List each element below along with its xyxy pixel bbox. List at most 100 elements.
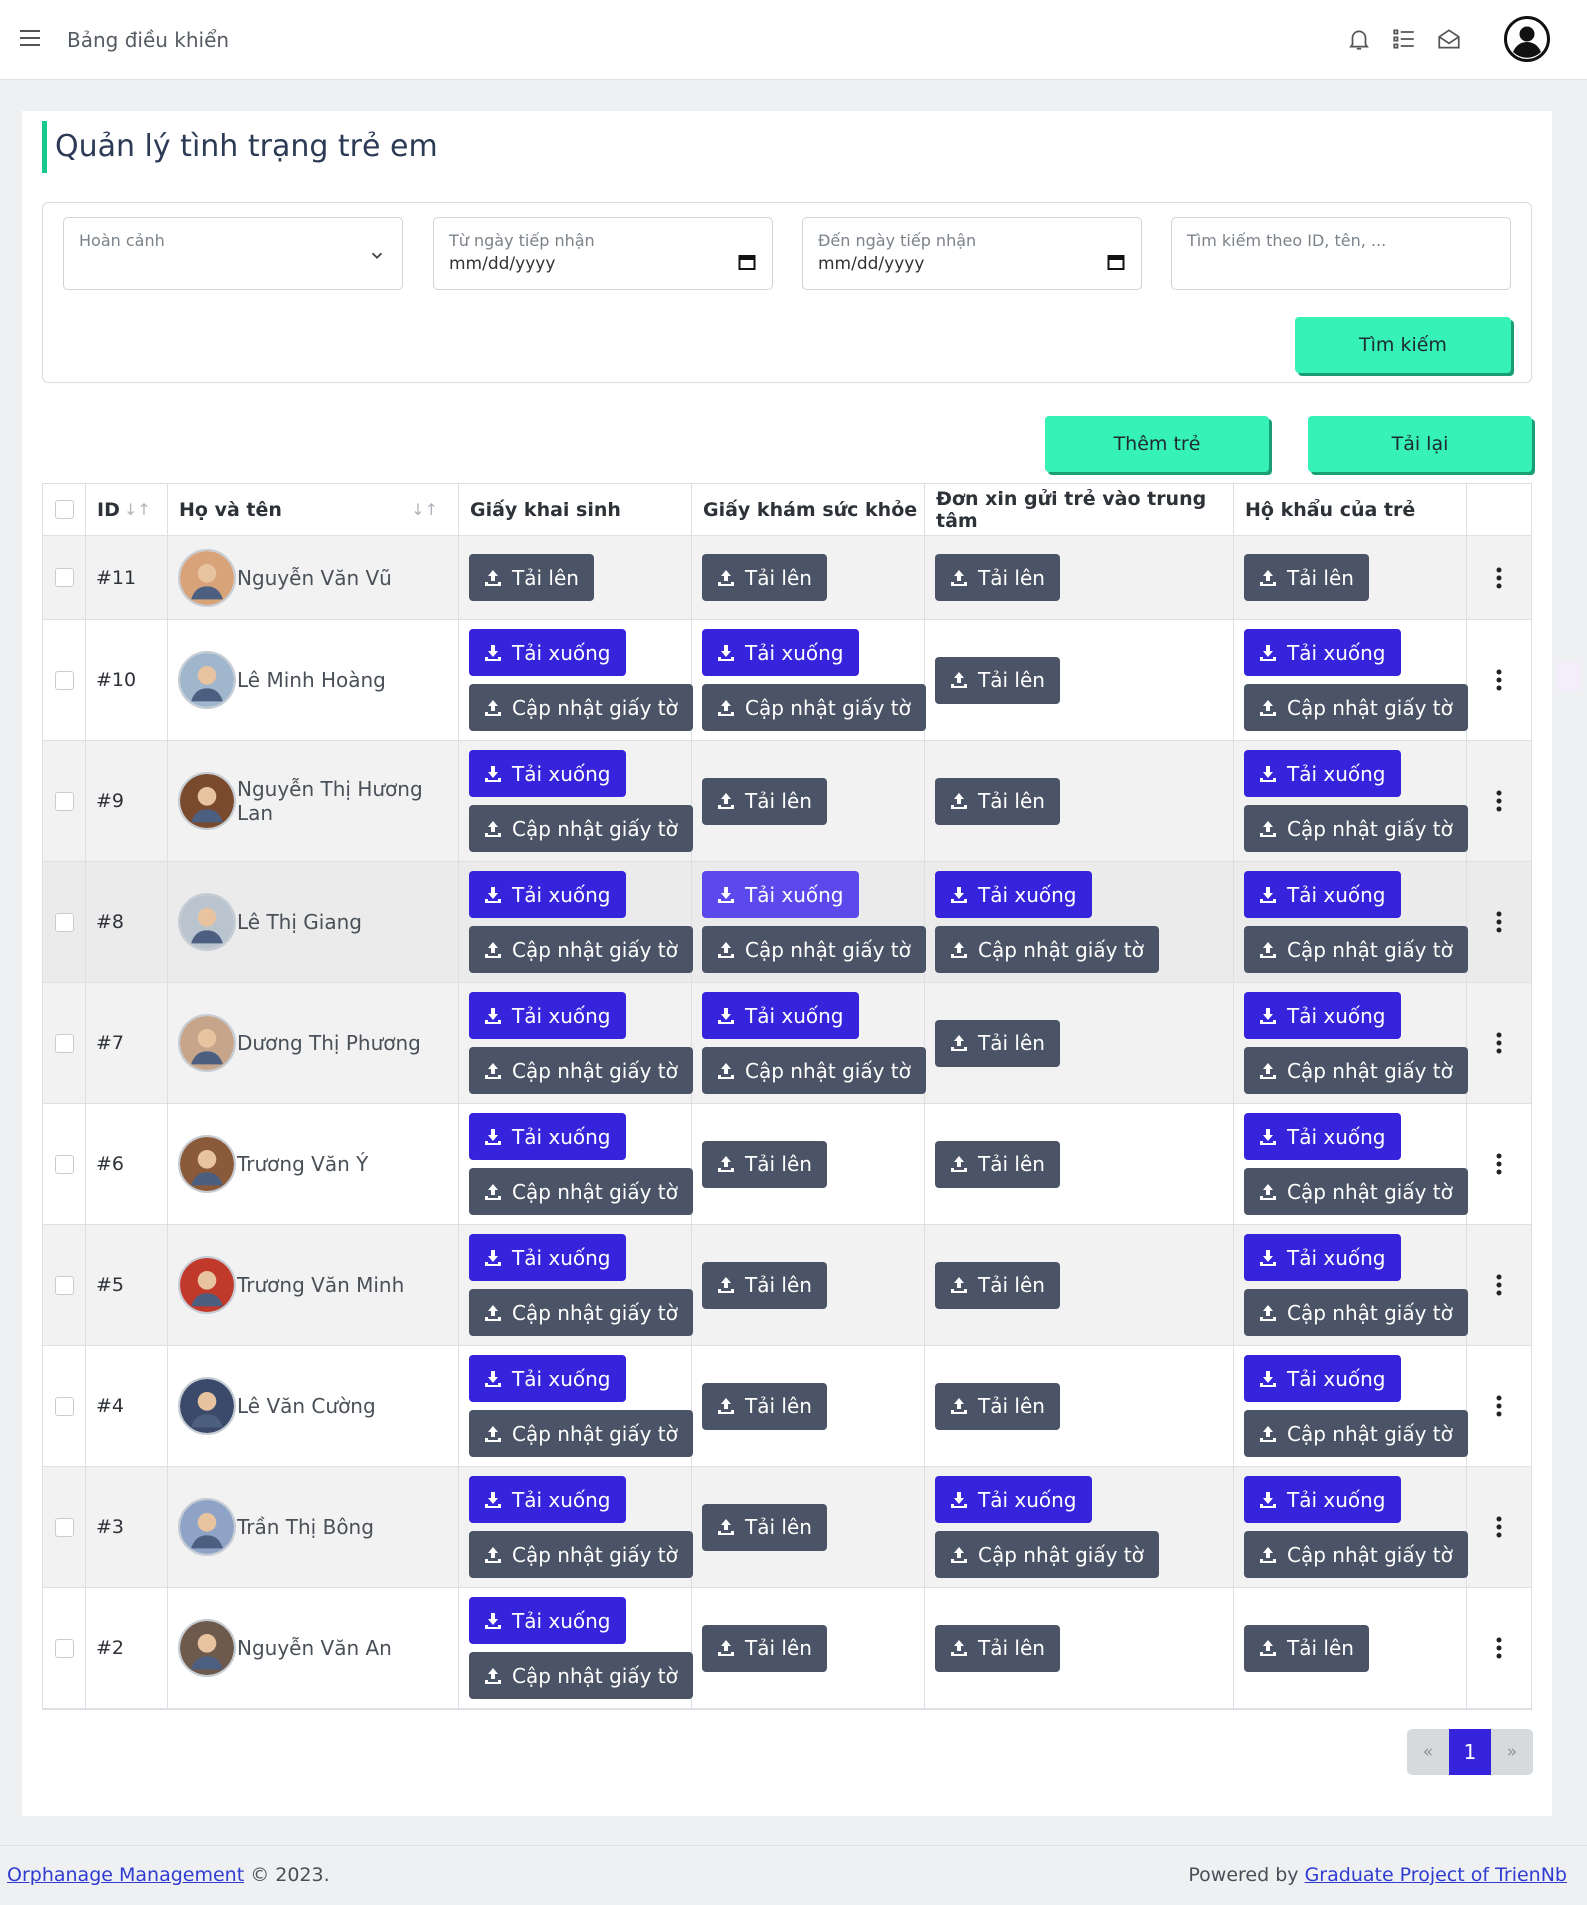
row-checkbox[interactable] [54,670,74,690]
update-documents-button[interactable]: Cập nhật giấy tờ [702,684,926,731]
download-button[interactable]: Tải xuống [1244,1113,1401,1160]
upload-button[interactable]: Tải lên [935,1624,1060,1672]
upload-button[interactable]: Tải lên [702,1261,827,1309]
upload-button[interactable]: Tải lên [935,1382,1060,1430]
calendar-icon[interactable] [1107,253,1125,271]
bell-icon[interactable] [1346,26,1372,52]
more-vertical-icon[interactable] [1495,566,1503,590]
pagination-page[interactable]: 1 [1449,1729,1491,1775]
update-documents-button[interactable]: Cập nhật giấy tờ [1244,1168,1468,1215]
download-button[interactable]: Tải xuống [469,871,626,918]
update-documents-button[interactable]: Cập nhật giấy tờ [702,1047,926,1094]
upload-button[interactable]: Tải lên [1244,554,1369,601]
update-documents-button[interactable]: Cập nhật giấy tờ [469,805,693,852]
more-vertical-icon[interactable] [1495,1394,1503,1418]
download-button[interactable]: Tải xuống [469,1597,626,1644]
row-checkbox[interactable] [54,1275,74,1295]
calendar-icon[interactable] [738,253,756,271]
download-button[interactable]: Tải xuống [469,1234,626,1281]
update-documents-button[interactable]: Cập nhật giấy tờ [1244,1047,1468,1094]
header-name[interactable]: Họ và tên ↓↑ [168,484,459,535]
download-button[interactable]: Tải xuống [469,1355,626,1402]
row-checkbox[interactable] [54,1154,74,1174]
footer-app-link[interactable]: Orphanage Management [7,1864,244,1886]
upload-button[interactable]: Tải lên [935,1019,1060,1067]
update-documents-button[interactable]: Cập nhật giấy tờ [469,684,693,731]
row-checkbox[interactable] [54,1396,74,1416]
row-checkbox[interactable] [54,1517,74,1537]
more-vertical-icon[interactable] [1495,1636,1503,1660]
update-documents-button[interactable]: Cập nhật giấy tờ [469,1047,693,1094]
upload-button[interactable]: Tải lên [935,1140,1060,1188]
download-button[interactable]: Tải xuống [935,871,1092,918]
pagination-next[interactable]: » [1491,1729,1533,1775]
upload-button[interactable]: Tải lên [702,1503,827,1551]
more-vertical-icon[interactable] [1495,668,1503,692]
search-input[interactable]: Tìm kiếm theo ID, tên, ... [1171,217,1511,290]
update-documents-button[interactable]: Cập nhật giấy tờ [469,1531,693,1578]
row-checkbox[interactable] [54,568,74,587]
update-documents-button[interactable]: Cập nhật giấy tờ [1244,684,1468,731]
download-button[interactable]: Tải xuống [702,871,859,918]
row-checkbox[interactable] [54,791,74,811]
more-vertical-icon[interactable] [1495,910,1503,934]
upload-button[interactable]: Tải lên [935,777,1060,825]
upload-button[interactable]: Tải lên [935,656,1060,704]
download-button[interactable]: Tải xuống [469,1476,626,1523]
download-button[interactable]: Tải xuống [935,1476,1092,1523]
update-documents-button[interactable]: Cập nhật giấy tờ [702,926,926,973]
upload-button[interactable]: Tải lên [702,1624,827,1672]
reload-button[interactable]: Tải lại [1308,416,1532,472]
update-documents-button[interactable]: Cập nhật giấy tờ [469,926,693,973]
add-child-button[interactable]: Thêm trẻ [1045,416,1269,472]
download-button[interactable]: Tải xuống [469,750,626,797]
update-documents-button[interactable]: Cập nhật giấy tờ [469,1652,693,1699]
download-button[interactable]: Tải xuống [1244,871,1401,918]
upload-button[interactable]: Tải lên [702,1140,827,1188]
row-checkbox[interactable] [54,1638,74,1658]
download-button[interactable]: Tải xuống [702,992,859,1039]
circumstance-select[interactable]: Hoàn cảnh [63,217,403,290]
download-button[interactable]: Tải xuống [1244,750,1401,797]
mail-icon[interactable] [1436,26,1462,52]
update-documents-button[interactable]: Cập nhật giấy tờ [1244,805,1468,852]
more-vertical-icon[interactable] [1495,1273,1503,1297]
update-documents-button[interactable]: Cập nhật giấy tờ [935,926,1159,973]
more-vertical-icon[interactable] [1495,1515,1503,1539]
update-documents-button[interactable]: Cập nhật giấy tờ [469,1410,693,1457]
download-button[interactable]: Tải xuống [1244,1355,1401,1402]
download-button[interactable]: Tải xuống [469,629,626,676]
update-documents-button[interactable]: Cập nhật giấy tờ [935,1531,1159,1578]
update-documents-button[interactable]: Cập nhật giấy tờ [1244,1531,1468,1578]
more-vertical-icon[interactable] [1495,1152,1503,1176]
download-button[interactable]: Tải xuống [1244,992,1401,1039]
more-vertical-icon[interactable] [1495,1031,1503,1055]
select-all-checkbox[interactable] [54,500,74,519]
update-documents-button[interactable]: Cập nhật giấy tờ [1244,1289,1468,1336]
download-button[interactable]: Tải xuống [1244,1476,1401,1523]
upload-button[interactable]: Tải lên [1244,1624,1369,1672]
update-documents-button[interactable]: Cập nhật giấy tờ [1244,1410,1468,1457]
header-id[interactable]: ID ↓↑ [86,484,168,535]
to-date-field[interactable]: Đến ngày tiếp nhận mm/dd/yyyy [802,217,1142,290]
update-documents-button[interactable]: Cập nhật giấy tờ [469,1168,693,1215]
upload-button[interactable]: Tải lên [935,1261,1060,1309]
row-checkbox[interactable] [54,1033,74,1053]
download-button[interactable]: Tải xuống [1244,1234,1401,1281]
footer-project-link[interactable]: Graduate Project of TrienNb [1305,1864,1567,1886]
update-documents-button[interactable]: Cập nhật giấy tờ [469,1289,693,1336]
pagination-prev[interactable]: « [1407,1729,1449,1775]
upload-button[interactable]: Tải lên [702,1382,827,1430]
download-button[interactable]: Tải xuống [469,992,626,1039]
upload-button[interactable]: Tải lên [935,554,1060,601]
side-drawer-tab[interactable] [1556,662,1581,692]
upload-button[interactable]: Tải lên [702,554,827,601]
more-vertical-icon[interactable] [1495,789,1503,813]
upload-button[interactable]: Tải lên [702,777,827,825]
hamburger-menu-icon[interactable] [20,30,40,48]
update-documents-button[interactable]: Cập nhật giấy tờ [1244,926,1468,973]
sort-icon[interactable]: ↓↑ [411,500,438,519]
download-button[interactable]: Tải xuống [702,629,859,676]
user-avatar-icon[interactable] [1504,16,1550,62]
list-icon[interactable] [1391,26,1417,52]
